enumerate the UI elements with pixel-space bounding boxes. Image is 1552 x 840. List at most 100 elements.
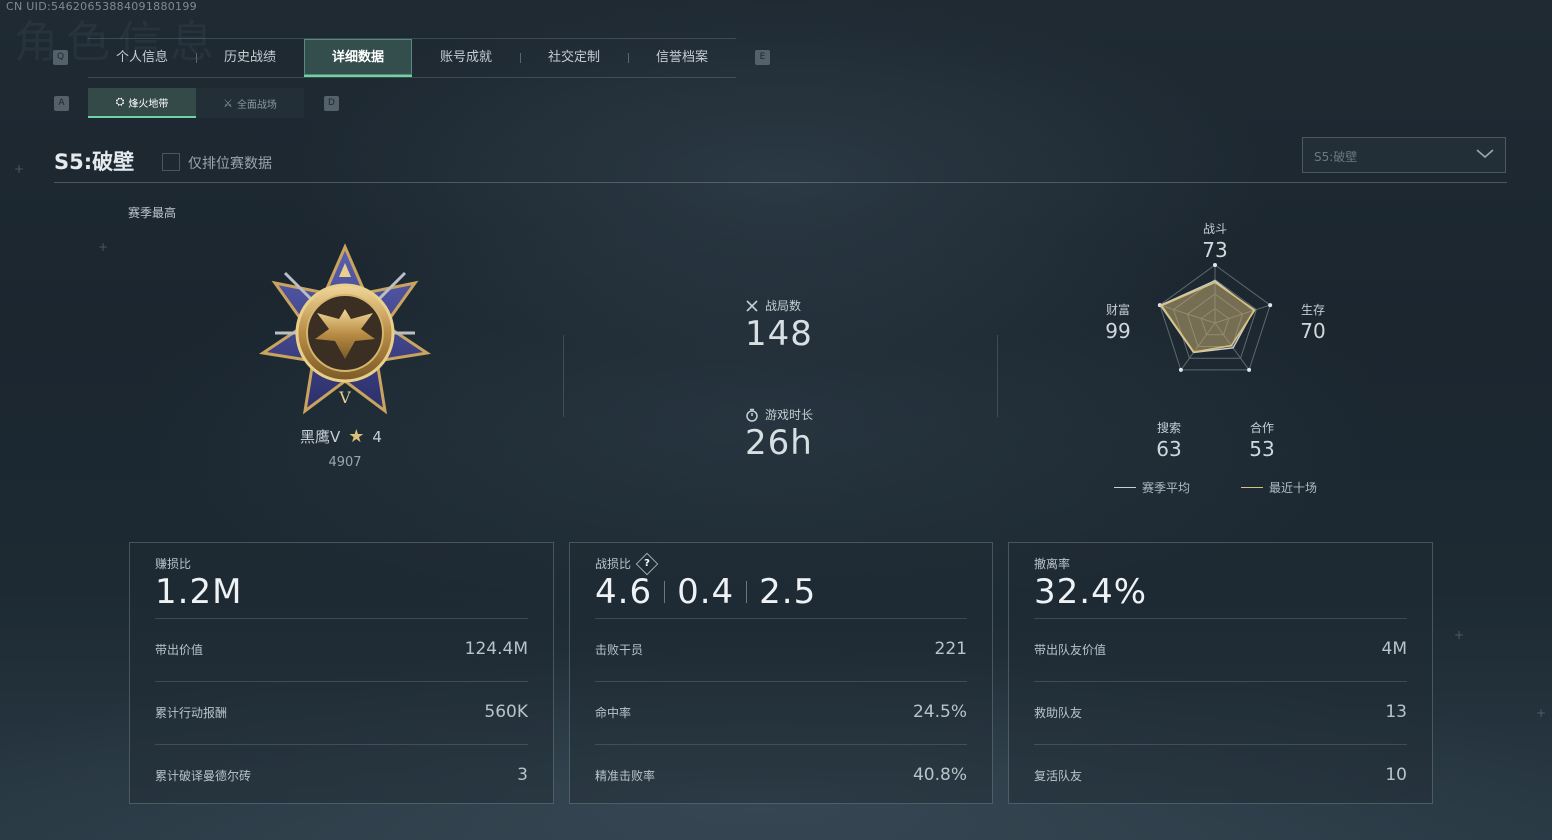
playtime-label-row: 游戏时长 xyxy=(745,406,813,423)
row-key: 击败干员 xyxy=(595,643,644,657)
ranked-only-checkbox[interactable] xyxy=(162,153,180,171)
subtab-battlefield[interactable]: ⚔ 全面战场 xyxy=(196,88,304,118)
row-value: 3 xyxy=(517,765,528,785)
table-row: 累计破译曼德尔砖 3 xyxy=(155,744,528,807)
table-row: 精准击败率 40.8% xyxy=(595,744,967,807)
row-value: 124.4M xyxy=(464,639,528,659)
matches-label: 战局数 xyxy=(765,299,802,313)
tab-social-custom[interactable]: 社交定制 xyxy=(520,39,628,77)
matches-value: 148 xyxy=(745,314,813,354)
season-title: S5:破壁 xyxy=(54,150,135,174)
legend-recent-ten-label: 最近十场 xyxy=(1269,481,1318,495)
rank-score: 4907 xyxy=(328,455,362,470)
row-key: 救助队友 xyxy=(1034,706,1083,720)
extraction-icon: ⛭ xyxy=(115,95,125,108)
rank-name-row: 黑鹰V ★ 4 xyxy=(300,426,382,447)
legend-season-avg-label: 赛季平均 xyxy=(1142,481,1191,495)
table-row: 击败干员 221 xyxy=(595,618,967,681)
season-dropdown[interactable]: S5:破壁 xyxy=(1302,137,1506,173)
battlefield-icon: ⚔ xyxy=(223,96,233,110)
tab-detailed-data[interactable]: 详细数据 xyxy=(304,39,412,77)
subtab-extraction-label: 烽火地带 xyxy=(128,98,169,110)
playtime-label: 游戏时长 xyxy=(765,408,814,422)
season-best-label: 赛季最高 xyxy=(128,206,177,220)
radar-value-combat: 73 xyxy=(1202,238,1228,262)
table-row: 命中率 24.5% xyxy=(595,681,967,744)
table-row: 累计行动报酬 560K xyxy=(155,681,528,744)
svg-text:V: V xyxy=(338,388,351,407)
tab-account-achievements[interactable]: 账号成就 xyxy=(412,39,520,77)
radar-axis-dot xyxy=(1268,303,1273,308)
row-key: 命中率 xyxy=(595,706,632,720)
hint-key-e: E xyxy=(755,50,770,65)
profit-card: 赚损比 1.2M 带出价值 124.4M 累计行动报酬 560K 累计破译曼德尔… xyxy=(129,542,554,804)
kd-value-2: 0.4 xyxy=(677,572,735,612)
kd-values: 4.6 0.4 2.5 xyxy=(595,572,816,612)
radar-label-search: 搜索 xyxy=(1156,421,1181,435)
row-key: 复活队友 xyxy=(1034,769,1083,783)
kd-value-3: 2.5 xyxy=(759,572,817,612)
radar-axis-dot xyxy=(1178,367,1183,372)
main-tabs: 个人信息 历史战绩 详细数据 账号成就 社交定制 信誉档案 xyxy=(88,38,736,78)
hint-key-q: Q xyxy=(53,50,68,65)
divider xyxy=(664,581,666,603)
decor-plus-icon: + xyxy=(14,162,25,176)
row-key: 带出队友价值 xyxy=(1034,643,1107,657)
tab-personal-info[interactable]: 个人信息 xyxy=(88,39,196,77)
radar-value-survival: 70 xyxy=(1300,319,1326,343)
decor-plus-icon: + xyxy=(1454,628,1465,642)
row-value: 221 xyxy=(934,639,967,659)
row-key: 带出价值 xyxy=(155,643,204,657)
extract-value: 32.4% xyxy=(1034,572,1148,612)
subtab-extraction[interactable]: ⛭ 烽火地带 xyxy=(88,88,196,118)
decor-plus-icon: + xyxy=(1536,706,1547,720)
tab-reputation-archive[interactable]: 信誉档案 xyxy=(628,39,736,77)
crossed-swords-icon xyxy=(746,299,758,312)
legend-recent-ten: 最近十场 xyxy=(1241,479,1317,496)
table-row: 复活队友 10 xyxy=(1034,744,1407,807)
hint-key-a: A xyxy=(54,96,69,111)
legend-line xyxy=(1114,487,1136,488)
star-icon: ★ xyxy=(348,426,365,447)
help-icon-glyph: ? xyxy=(644,557,650,569)
radar-label-cooperation: 合作 xyxy=(1249,421,1274,435)
extract-card: 撤离率 32.4% 带出队友价值 4M 救助队友 13 复活队友 10 xyxy=(1008,542,1433,804)
row-value: 4M xyxy=(1381,639,1407,659)
table-row: 救助队友 13 xyxy=(1034,681,1407,744)
row-key: 精准击败率 xyxy=(595,769,656,783)
radar-label-wealth: 财富 xyxy=(1105,303,1130,317)
chevron-down-icon xyxy=(1476,149,1494,159)
radar-axis-dot xyxy=(1213,263,1217,267)
playtime-value: 26h xyxy=(745,423,813,463)
radar-value-cooperation: 53 xyxy=(1249,437,1275,461)
row-value: 24.5% xyxy=(912,702,967,722)
divider xyxy=(746,581,748,603)
row-key: 累计行动报酬 xyxy=(155,706,228,720)
extract-title: 撤离率 xyxy=(1034,557,1071,571)
decor-plus-icon: + xyxy=(98,240,109,254)
row-value: 13 xyxy=(1385,702,1407,722)
rank-name: 黑鹰V xyxy=(300,428,341,446)
radar-value-wealth: 99 xyxy=(1105,319,1131,343)
divider xyxy=(563,335,564,417)
legend-season-avg: 赛季平均 xyxy=(1114,479,1190,496)
rank-stars: 4 xyxy=(372,427,382,446)
mode-subtabs: ⛭ 烽火地带 ⚔ 全面战场 xyxy=(88,88,304,118)
tab-match-history[interactable]: 历史战绩 xyxy=(196,39,304,77)
matches-label-row: 战局数 xyxy=(745,297,801,314)
legend-line xyxy=(1241,487,1263,488)
rank-medal-icon: V xyxy=(258,243,432,415)
hint-key-d: D xyxy=(324,96,339,111)
radar-label-survival: 生存 xyxy=(1300,303,1325,317)
ranked-only-label[interactable]: 仅排位赛数据 xyxy=(188,153,272,173)
profit-value: 1.2M xyxy=(155,572,243,612)
radar-axis-dot xyxy=(1247,367,1252,372)
table-row: 带出队友价值 4M xyxy=(1034,618,1407,681)
subtab-battlefield-label: 全面战场 xyxy=(236,99,277,111)
radar-value-search: 63 xyxy=(1156,437,1182,461)
kd-card: 战损比 ? 4.6 0.4 2.5 击败干员 221 命中率 24.5% 精准击… xyxy=(569,542,993,804)
kd-value-1: 4.6 xyxy=(595,572,653,612)
row-value: 10 xyxy=(1385,765,1407,785)
profit-title: 赚损比 xyxy=(155,557,192,571)
row-key: 累计破译曼德尔砖 xyxy=(155,769,252,783)
